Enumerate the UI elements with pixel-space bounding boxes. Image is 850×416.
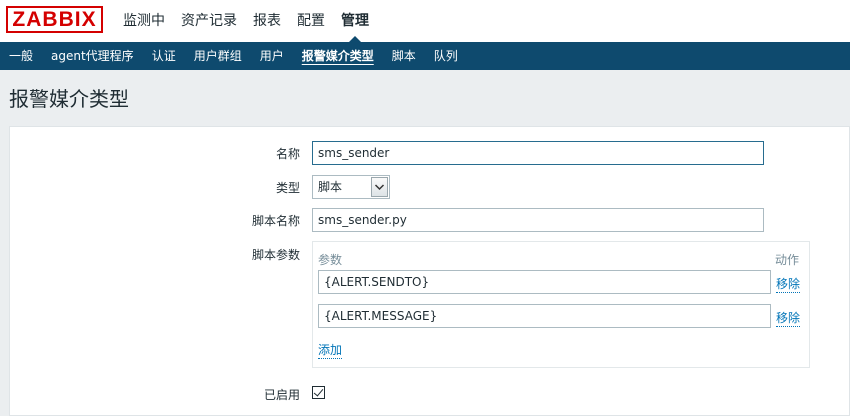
script-name-input[interactable] (312, 208, 764, 232)
page-title: 报警媒介类型 (9, 87, 129, 111)
media-type-form: 名称 类型 脚本 脚本名称 脚本参数 参数 动作 移除 移除 添加 已启用 (9, 126, 850, 416)
top-nav-configuration[interactable]: 配置 (289, 0, 333, 42)
top-nav-monitoring[interactable]: 监测中 (115, 0, 173, 42)
action-column-header: 动作 (774, 253, 799, 267)
params-column-header: 参数 (318, 253, 343, 267)
top-bar: ZABBIX 监测中 资产记录 报表 配置 管理 (0, 0, 850, 42)
sub-nav-user-groups[interactable]: 用户群组 (185, 42, 251, 70)
name-label: 名称 (275, 147, 300, 161)
script-params-label: 脚本参数 (251, 248, 300, 262)
script-params-table: 参数 动作 移除 移除 添加 (312, 241, 810, 368)
zabbix-logo[interactable]: ZABBIX (6, 6, 103, 33)
top-nav-administration[interactable]: 管理 (333, 0, 377, 42)
sub-nav-proxies[interactable]: agent代理程序 (42, 42, 143, 70)
top-nav: 监测中 资产记录 报表 配置 管理 (115, 0, 377, 42)
title-bar: 报警媒介类型 (0, 70, 850, 118)
sub-nav-scripts[interactable]: 脚本 (383, 42, 425, 70)
script-name-label: 脚本名称 (251, 214, 300, 228)
chevron-down-icon (374, 184, 385, 191)
param-input-2[interactable] (318, 304, 771, 328)
remove-param-2-button[interactable]: 移除 (776, 309, 801, 327)
enabled-label: 已启用 (263, 388, 300, 402)
type-select[interactable]: 脚本 (312, 175, 390, 199)
top-nav-reports[interactable]: 报表 (245, 0, 289, 42)
add-param-button[interactable]: 添加 (318, 341, 343, 359)
param-input-1[interactable] (318, 270, 771, 294)
top-nav-inventory[interactable]: 资产记录 (173, 0, 245, 42)
sub-nav-users[interactable]: 用户 (251, 42, 293, 70)
sub-nav-general[interactable]: 一般 (0, 42, 42, 70)
type-select-dropdown-button[interactable] (371, 177, 388, 197)
sub-nav-media-types[interactable]: 报警媒介类型 (293, 42, 383, 70)
sub-nav: 一般 agent代理程序 认证 用户群组 用户 报警媒介类型 脚本 队列 (0, 42, 850, 70)
sub-nav-queue[interactable]: 队列 (425, 42, 467, 70)
sub-nav-authentication[interactable]: 认证 (143, 42, 185, 70)
enabled-checkbox[interactable] (312, 386, 325, 399)
name-input[interactable] (312, 141, 764, 165)
type-select-value: 脚本 (318, 180, 343, 194)
type-label: 类型 (275, 181, 300, 195)
remove-param-1-button[interactable]: 移除 (776, 275, 801, 293)
